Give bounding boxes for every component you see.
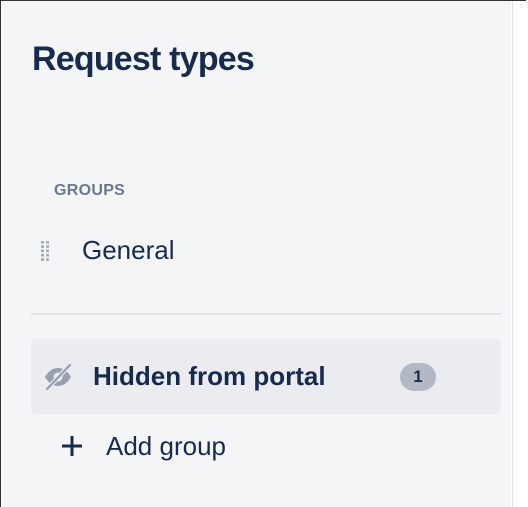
add-group-label: Add group — [106, 431, 226, 461]
plus-icon — [62, 436, 82, 456]
group-item-general[interactable]: General — [31, 225, 501, 273]
count-badge: 1 — [400, 363, 436, 391]
request-types-sidebar: Request types GROUPS General Hidden from… — [1, 1, 511, 507]
page-title: Request types — [32, 40, 255, 78]
hidden-from-portal-item[interactable]: Hidden from portal 1 — [31, 339, 501, 414]
groups-heading: GROUPS — [54, 182, 126, 199]
main-content-area — [513, 1, 528, 507]
drag-handle-icon[interactable] — [40, 241, 50, 261]
group-label: General — [82, 235, 175, 265]
eye-slash-icon — [45, 363, 72, 391]
add-group-button[interactable]: Add group — [31, 421, 301, 471]
section-divider — [31, 313, 501, 315]
hidden-from-portal-label: Hidden from portal — [93, 361, 326, 391]
